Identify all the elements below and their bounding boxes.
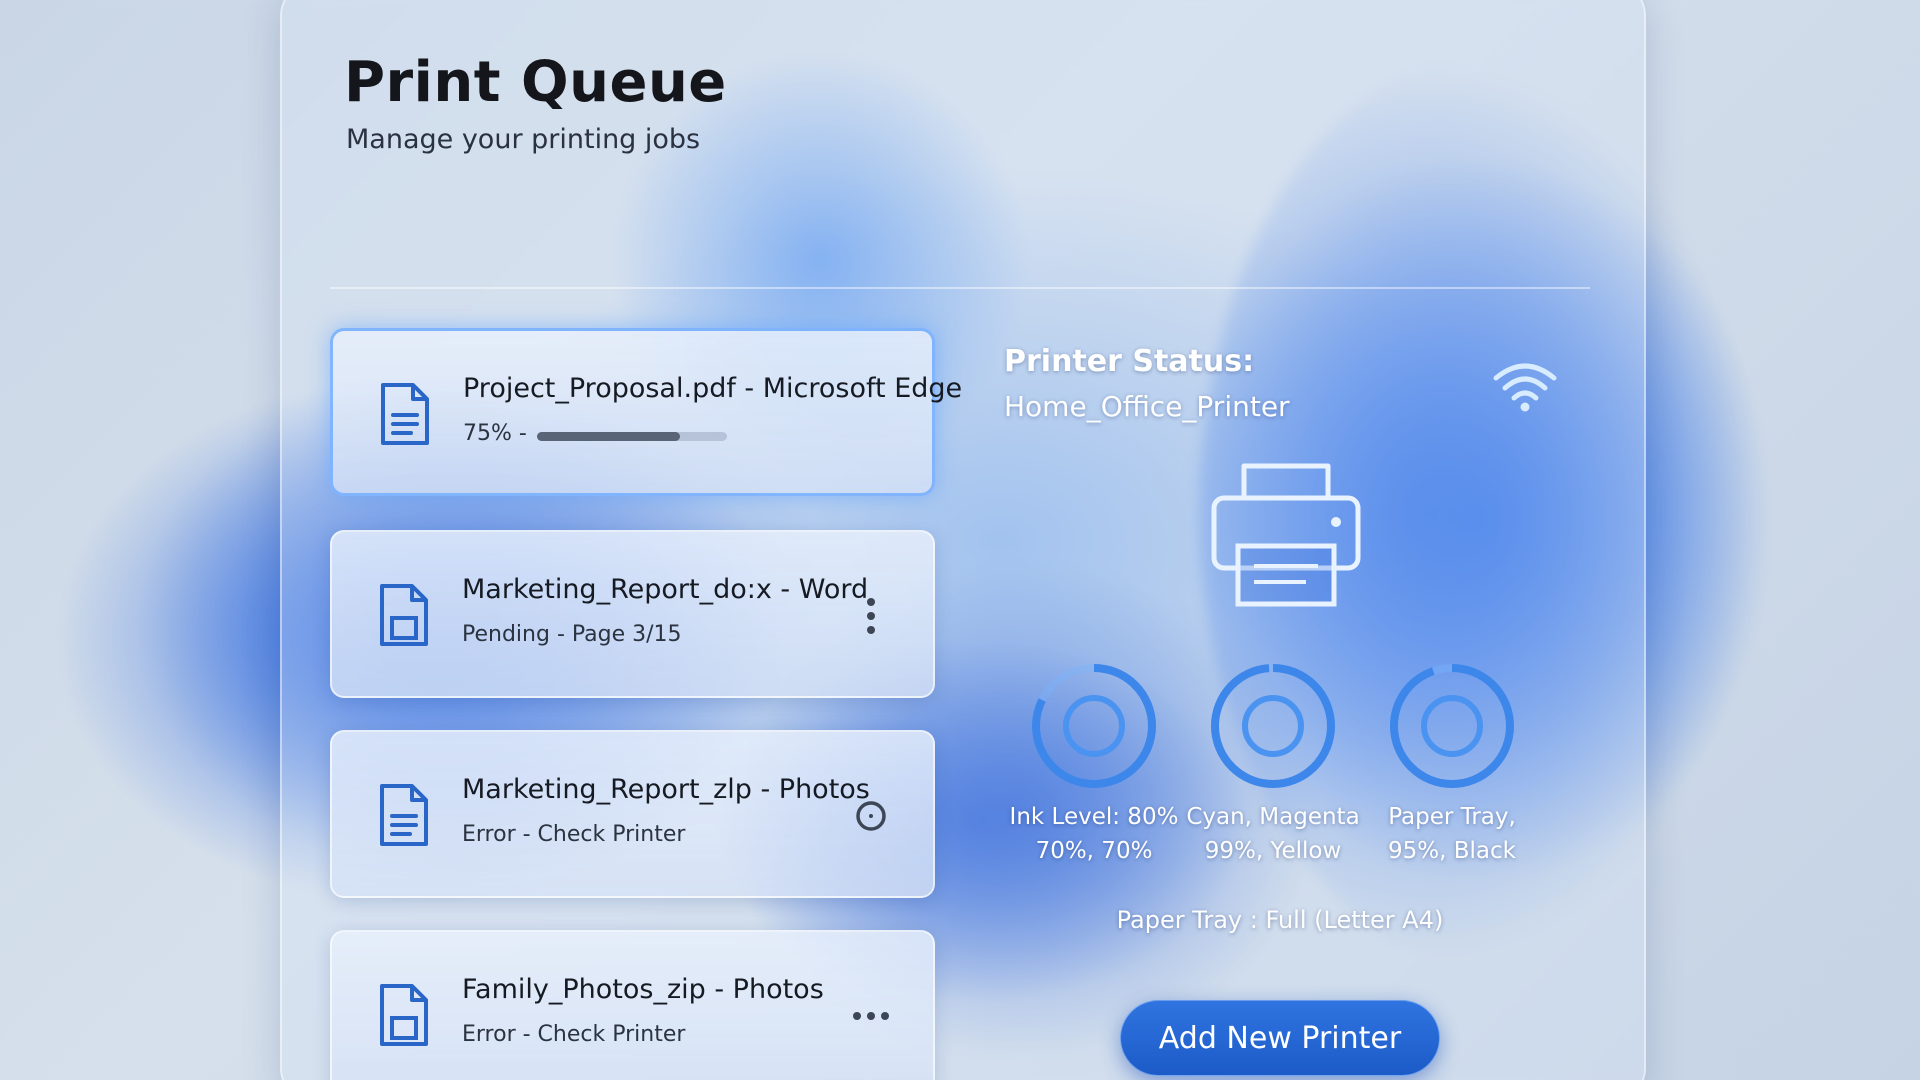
printer-status-title: Printer Status: bbox=[1004, 344, 1255, 379]
gauge-label: Ink Level: 80% 70%, 70% bbox=[1009, 804, 1179, 864]
job-status-button[interactable] bbox=[849, 788, 893, 844]
job-name: Project_Proposal.pdf - Microsoft Edge bbox=[463, 373, 963, 404]
job-status: Error - Check Printer bbox=[462, 1022, 686, 1047]
print-job-item[interactable]: Marketing_Report_zlp - Photos Error - Ch… bbox=[330, 730, 935, 898]
job-name: Marketing_Report_do:x - Word bbox=[462, 574, 869, 605]
ink-gauge bbox=[1211, 664, 1335, 788]
page-title: Print Queue bbox=[344, 50, 727, 115]
job-name: Marketing_Report_zlp - Photos bbox=[462, 774, 870, 805]
more-vertical-icon bbox=[867, 598, 875, 634]
circle-icon bbox=[856, 801, 886, 831]
job-progress-bar bbox=[537, 432, 727, 441]
print-job-item[interactable]: Marketing_Report_do:x - Word Pending - P… bbox=[330, 530, 935, 698]
document-icon bbox=[380, 984, 428, 1046]
more-horizontal-icon bbox=[853, 1012, 889, 1020]
job-more-options-button[interactable] bbox=[849, 588, 893, 644]
print-job-item[interactable]: Family_Photos_zip - Photos Error - Check… bbox=[330, 930, 935, 1080]
document-icon bbox=[380, 584, 428, 646]
job-status: Pending - Page 3/15 bbox=[462, 622, 682, 647]
paper-tray-info: Paper Tray : Full (Letter A4) bbox=[1116, 906, 1444, 934]
page-subtitle: Manage your printing jobs bbox=[346, 124, 701, 155]
job-progress-fill bbox=[537, 432, 680, 441]
document-icon bbox=[380, 784, 428, 846]
wifi-icon bbox=[1493, 363, 1557, 412]
printer-name: Home_Office_Printer bbox=[1004, 390, 1290, 423]
header-divider bbox=[330, 287, 1590, 289]
ink-gauge bbox=[1032, 664, 1156, 788]
print-job-item[interactable]: Project_Proposal.pdf - Microsoft Edge 75… bbox=[330, 328, 962, 496]
job-status: 75% - bbox=[463, 421, 527, 446]
job-status: Error - Check Printer bbox=[462, 822, 686, 847]
document-icon bbox=[381, 383, 429, 445]
add-new-printer-button[interactable]: Add New Printer bbox=[1120, 1000, 1440, 1076]
job-name: Family_Photos_zip - Photos bbox=[462, 974, 824, 1005]
gauge-label: Paper Tray, 95%, Black bbox=[1388, 804, 1516, 864]
printer-icon bbox=[1211, 463, 1361, 607]
ink-gauge bbox=[1390, 664, 1514, 788]
gauge-label: Cyan, Magenta 99%, Yellow bbox=[1186, 804, 1360, 864]
job-more-options-button[interactable] bbox=[849, 988, 893, 1044]
